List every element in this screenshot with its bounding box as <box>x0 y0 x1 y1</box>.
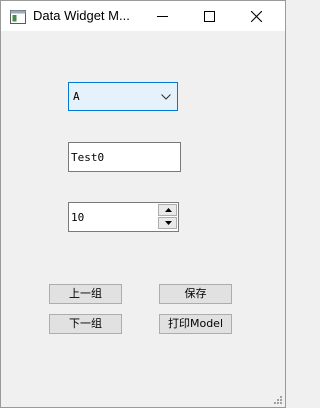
close-icon <box>251 11 262 22</box>
text-line-edit[interactable]: Test0 <box>68 142 181 172</box>
arrow-down-icon <box>165 221 172 225</box>
chevron-down-icon <box>161 94 171 100</box>
close-button[interactable] <box>233 1 279 31</box>
line-edit-value: Test0 <box>71 151 105 164</box>
window-title: Data Widget M... <box>33 8 130 23</box>
main-window: Data Widget M... A Test0 10 上一组 保存 下一组 打… <box>0 0 286 408</box>
previous-group-button[interactable]: 上一组 <box>49 284 122 304</box>
number-spin-box[interactable]: 10 <box>68 202 179 232</box>
title-bar[interactable]: Data Widget M... <box>1 1 285 31</box>
minimize-icon <box>157 16 168 17</box>
resize-grip-icon[interactable] <box>273 395 283 405</box>
arrow-up-icon <box>165 208 172 212</box>
spin-box-value: 10 <box>71 211 85 224</box>
save-button[interactable]: 保存 <box>159 284 232 304</box>
print-model-button[interactable]: 打印Model <box>159 314 232 334</box>
next-group-button[interactable]: 下一组 <box>49 314 122 334</box>
window-icon <box>10 9 26 24</box>
combo-selected-value: A <box>73 90 80 103</box>
minimize-button[interactable] <box>139 1 185 31</box>
maximize-button[interactable] <box>186 1 232 31</box>
maximize-icon <box>204 11 215 22</box>
spin-down-button[interactable] <box>158 217 177 229</box>
model-combo-box[interactable]: A <box>68 82 178 111</box>
spin-up-button[interactable] <box>158 204 177 216</box>
